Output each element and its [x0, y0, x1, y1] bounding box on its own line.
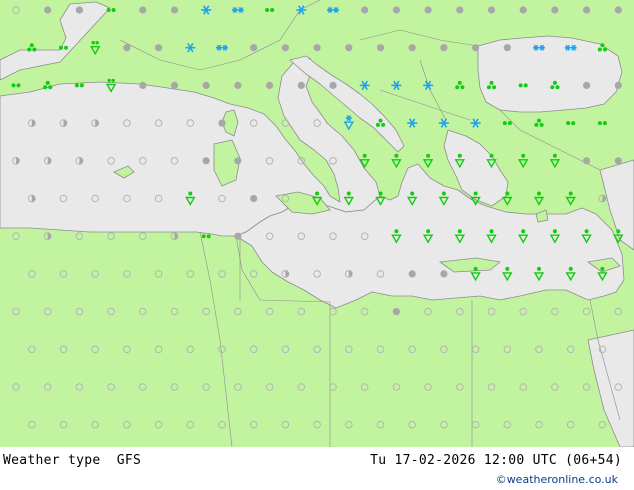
cloudy-icon	[139, 81, 147, 89]
cloudy-icon	[44, 6, 52, 14]
cloudy-icon	[440, 44, 448, 52]
cloudy-icon	[440, 270, 448, 278]
cloudy-icon	[503, 44, 511, 52]
cloudy-icon	[123, 44, 131, 52]
cloudy-icon	[376, 44, 385, 52]
cloudy-icon	[266, 81, 274, 89]
caption-left: Weather type GFS	[3, 453, 141, 468]
cloudy-icon	[250, 44, 258, 52]
cloudy-icon	[551, 6, 559, 14]
cloudy-icon	[329, 81, 337, 89]
sea-black-sea	[477, 35, 623, 113]
cloudy-icon	[614, 81, 622, 89]
cloudy-icon	[234, 81, 242, 89]
cloudy-icon	[202, 157, 210, 165]
cloudy-icon	[234, 157, 242, 165]
cloudy-icon	[361, 6, 369, 14]
cloudy-icon	[456, 6, 464, 14]
cloudy-icon	[345, 44, 353, 52]
cloudy-icon	[392, 6, 400, 14]
cloudy-icon	[234, 232, 242, 240]
cloudy-icon	[155, 44, 163, 52]
cloudy-icon	[614, 6, 622, 14]
weather-map	[0, 0, 634, 447]
cloudy-icon	[472, 44, 480, 52]
cloudy-icon	[281, 44, 289, 52]
cloudy-icon	[75, 6, 83, 14]
cloudy-icon	[218, 119, 226, 127]
cloudy-icon	[170, 6, 179, 14]
map-title: Weather type	[3, 453, 101, 468]
cloudy-icon	[313, 44, 321, 52]
cloudy-icon	[408, 44, 416, 52]
cloudy-icon	[583, 157, 591, 165]
cloudy-icon	[408, 270, 416, 278]
cloudy-icon	[139, 6, 147, 14]
map-canvas	[0, 0, 634, 447]
copyright-credit[interactable]: ©weatheronline.co.uk	[496, 473, 618, 486]
cloudy-icon	[487, 6, 496, 14]
model-name: GFS	[116, 453, 142, 468]
cloudy-icon	[583, 81, 591, 89]
cloudy-icon	[519, 6, 527, 14]
cloudy-icon	[614, 157, 622, 165]
cloudy-icon	[424, 6, 432, 14]
cloudy-icon	[392, 308, 400, 316]
cloudy-icon	[202, 81, 210, 89]
cloudy-icon	[583, 6, 591, 14]
cloudy-icon	[170, 81, 179, 89]
valid-time: Tu 17-02-2026 12:00 UTC (06+54)	[370, 453, 622, 468]
cloudy-icon	[297, 81, 305, 89]
cloudy-icon	[250, 194, 258, 203]
